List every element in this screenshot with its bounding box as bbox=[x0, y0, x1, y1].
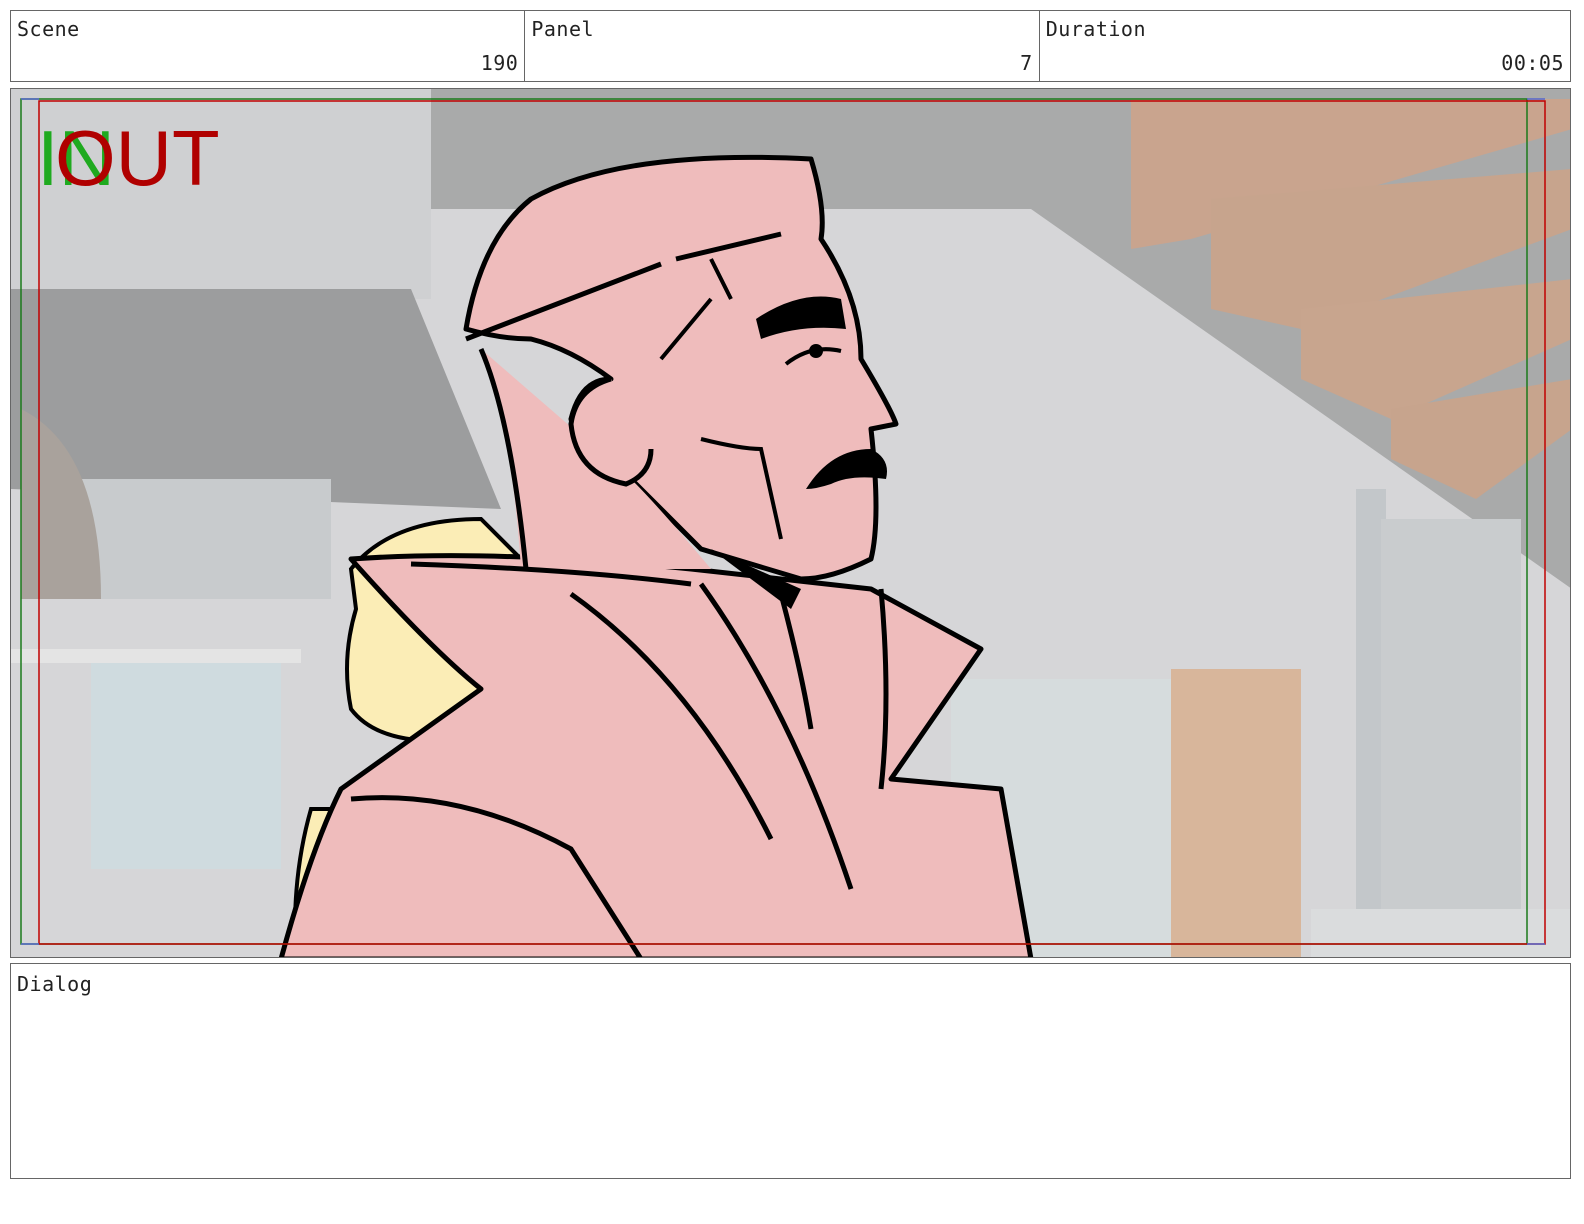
duration-value[interactable]: 00:05 bbox=[1501, 51, 1564, 75]
out-marker: OUT bbox=[55, 114, 220, 202]
dialog-text[interactable] bbox=[17, 1004, 1564, 1172]
storyboard-header: Scene 190 Panel 7 Duration 00:05 bbox=[10, 10, 1571, 82]
storyboard-panel[interactable]: IN OUT bbox=[10, 88, 1571, 958]
duration-label: Duration bbox=[1045, 17, 1147, 41]
scene-cell: Scene 190 bbox=[11, 11, 526, 81]
scene-label: Scene bbox=[17, 17, 80, 41]
duration-cell: Duration 00:05 bbox=[1040, 11, 1570, 81]
panel-cell: Panel 7 bbox=[525, 11, 1040, 81]
scene-number[interactable]: 190 bbox=[481, 51, 519, 75]
panel-label: Panel bbox=[531, 17, 595, 41]
dialog-box[interactable]: Dialog bbox=[10, 963, 1571, 1179]
panel-number[interactable]: 7 bbox=[1020, 51, 1033, 75]
storyboard-sketch bbox=[11, 89, 1570, 957]
dialog-label: Dialog bbox=[17, 972, 93, 996]
